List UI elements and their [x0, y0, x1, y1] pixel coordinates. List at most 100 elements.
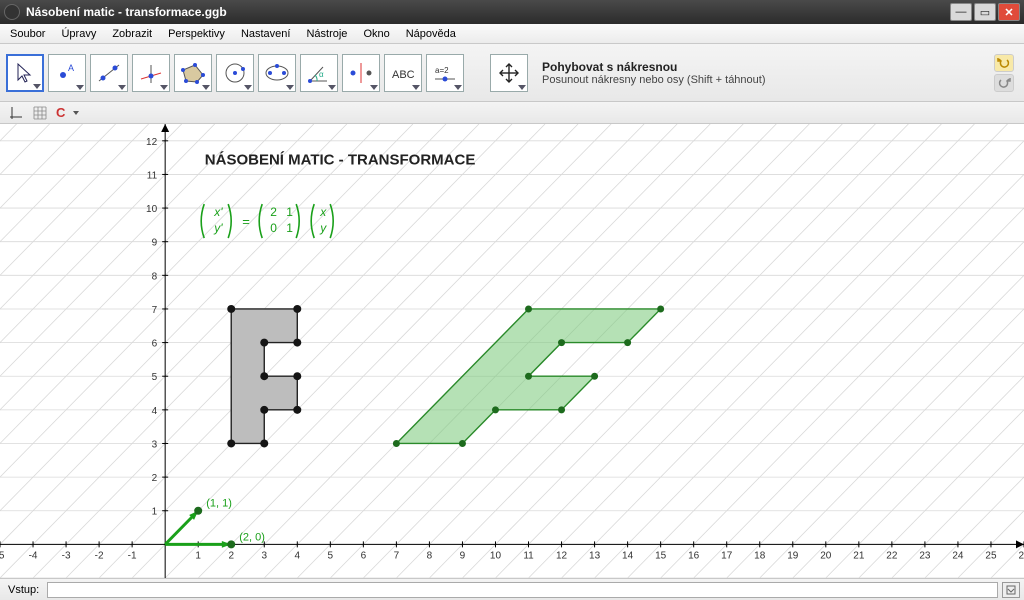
tool-point[interactable]: A	[48, 54, 86, 92]
tool-ellipse[interactable]	[258, 54, 296, 92]
axes-icon[interactable]	[8, 105, 24, 121]
slider-icon: a=2	[431, 61, 459, 85]
svg-text:4: 4	[152, 406, 158, 417]
polygon-icon	[179, 61, 207, 85]
svg-text:17: 17	[721, 550, 733, 561]
svg-text:8: 8	[152, 271, 158, 282]
svg-text:1: 1	[286, 205, 293, 219]
svg-text:3: 3	[261, 550, 267, 561]
svg-text:1: 1	[195, 550, 201, 561]
tool-slider[interactable]: a=2	[426, 54, 464, 92]
svg-text:a=2: a=2	[435, 66, 449, 75]
svg-text:21: 21	[853, 550, 865, 561]
svg-text:13: 13	[589, 550, 601, 561]
svg-text:6: 6	[152, 339, 158, 350]
menu-upravy[interactable]: Úpravy	[57, 26, 100, 42]
plot-canvas: -5-4-3-2-1123456789101112131415161718192…	[0, 124, 1024, 578]
svg-text:16: 16	[688, 550, 700, 561]
tool-line[interactable]	[90, 54, 128, 92]
menu-nastroje[interactable]: Nástroje	[302, 26, 351, 42]
svg-text:14: 14	[622, 550, 634, 561]
tool-text[interactable]: ABC	[384, 54, 422, 92]
tool-angle[interactable]: α	[300, 54, 338, 92]
tool-move[interactable]	[6, 54, 44, 92]
menu-nastaveni[interactable]: Nastavení	[237, 26, 295, 42]
window-titlebar: Násobení matic - transformace.ggb — ▭ ✕	[0, 0, 1024, 24]
svg-text:11: 11	[523, 550, 534, 561]
svg-text:23: 23	[919, 550, 931, 561]
svg-text:20: 20	[820, 550, 832, 561]
svg-text:-1: -1	[128, 550, 137, 561]
svg-text:3: 3	[152, 439, 158, 450]
window-minimize-button[interactable]: —	[950, 3, 972, 21]
tool-reflect[interactable]	[342, 54, 380, 92]
undo-icon	[997, 57, 1011, 69]
svg-text:(1, 1): (1, 1)	[206, 498, 232, 510]
command-input[interactable]	[47, 582, 998, 598]
text-icon: ABC	[389, 61, 417, 85]
tool-hint-desc: Posunout nákresny nebo osy (Shift + táhn…	[542, 74, 990, 86]
svg-text:6: 6	[361, 550, 367, 561]
point-icon: A	[53, 61, 81, 85]
angle-icon: α	[305, 61, 333, 85]
svg-text:15: 15	[655, 550, 667, 561]
svg-text:α: α	[319, 70, 324, 79]
svg-text:9: 9	[460, 550, 466, 561]
svg-text:26: 26	[1018, 550, 1024, 561]
svg-text:-5: -5	[0, 550, 5, 561]
menu-okno[interactable]: Okno	[359, 26, 393, 42]
svg-text:12: 12	[556, 550, 568, 561]
menu-soubor[interactable]: Soubor	[6, 26, 49, 42]
svg-text:ABC: ABC	[392, 69, 415, 81]
svg-text:8: 8	[427, 550, 433, 561]
input-help-button[interactable]	[1002, 582, 1020, 598]
menu-napoveda[interactable]: Nápověda	[402, 26, 460, 42]
tool-perpendicular[interactable]	[132, 54, 170, 92]
svg-text:A: A	[68, 63, 74, 73]
redo-icon	[997, 77, 1011, 89]
tool-circle[interactable]	[216, 54, 254, 92]
svg-text:2: 2	[228, 550, 234, 561]
tool-polygon[interactable]	[174, 54, 212, 92]
app-icon	[4, 4, 20, 20]
svg-text:12: 12	[146, 137, 158, 148]
redo-button[interactable]	[994, 74, 1014, 92]
menu-perspektivy[interactable]: Perspektivy	[164, 26, 229, 42]
svg-text:25: 25	[985, 550, 997, 561]
tool-hint-title: Pohybovat s nákresnou	[542, 60, 990, 74]
svg-text:x': x'	[213, 205, 223, 219]
perpendicular-icon	[137, 61, 165, 85]
reflect-icon	[347, 61, 375, 85]
window-close-button[interactable]: ✕	[998, 3, 1020, 21]
svg-text:y': y'	[213, 221, 223, 235]
record-c-icon[interactable]: C	[56, 105, 65, 120]
tool-move-view[interactable]	[490, 54, 528, 92]
svg-text:10: 10	[490, 550, 502, 561]
grid-icon[interactable]	[32, 105, 48, 121]
svg-text:-4: -4	[29, 550, 38, 561]
svg-text:2: 2	[270, 205, 277, 219]
window-title: Násobení matic - transformace.ggb	[26, 5, 950, 19]
svg-text:5: 5	[328, 550, 334, 561]
menu-zobrazit[interactable]: Zobrazit	[108, 26, 156, 42]
svg-text:y: y	[319, 221, 327, 235]
svg-text:11: 11	[147, 170, 158, 181]
svg-text:=: =	[242, 214, 250, 229]
svg-text:10: 10	[146, 204, 158, 215]
circle-icon	[221, 61, 249, 85]
undo-button[interactable]	[994, 54, 1014, 72]
graphics-view[interactable]: -5-4-3-2-1123456789101112131415161718192…	[0, 124, 1024, 578]
svg-text:0: 0	[270, 221, 277, 235]
svg-text:1: 1	[286, 221, 293, 235]
svg-text:1: 1	[152, 507, 158, 518]
ellipse-icon	[263, 61, 291, 85]
svg-text:18: 18	[754, 550, 766, 561]
window-maximize-button[interactable]: ▭	[974, 3, 996, 21]
svg-text:NÁSOBENÍ MATIC - TRANSFORMACE: NÁSOBENÍ MATIC - TRANSFORMACE	[205, 151, 476, 168]
svg-text:4: 4	[295, 550, 301, 561]
view-toolbar-dropdown-icon[interactable]	[73, 111, 79, 115]
svg-text:22: 22	[886, 550, 898, 561]
input-bar: Vstup:	[0, 578, 1024, 600]
svg-text:-3: -3	[62, 550, 71, 561]
toolbar: A α ABC a=2 Pohybovat s nákresnou	[0, 44, 1024, 102]
